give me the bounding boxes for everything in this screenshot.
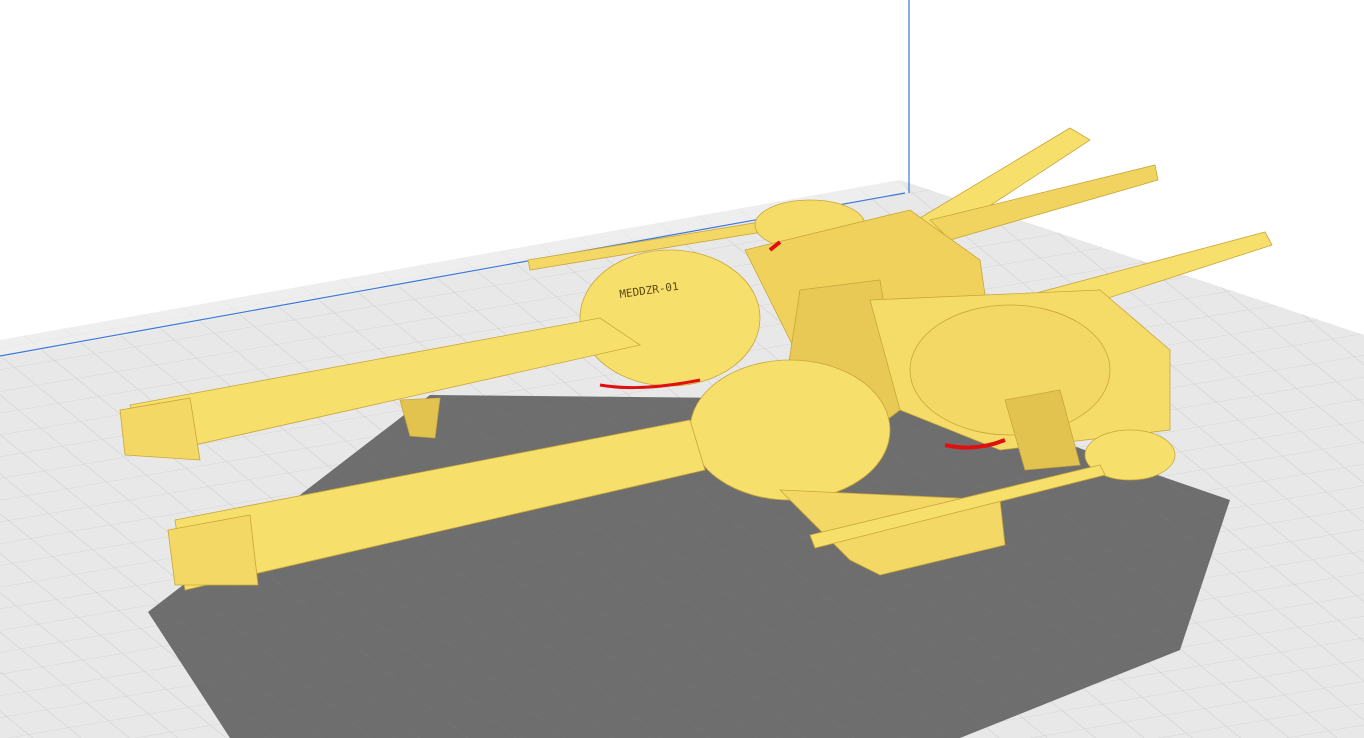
3d-viewport[interactable]: MEDDZR-01 [0, 0, 1364, 738]
